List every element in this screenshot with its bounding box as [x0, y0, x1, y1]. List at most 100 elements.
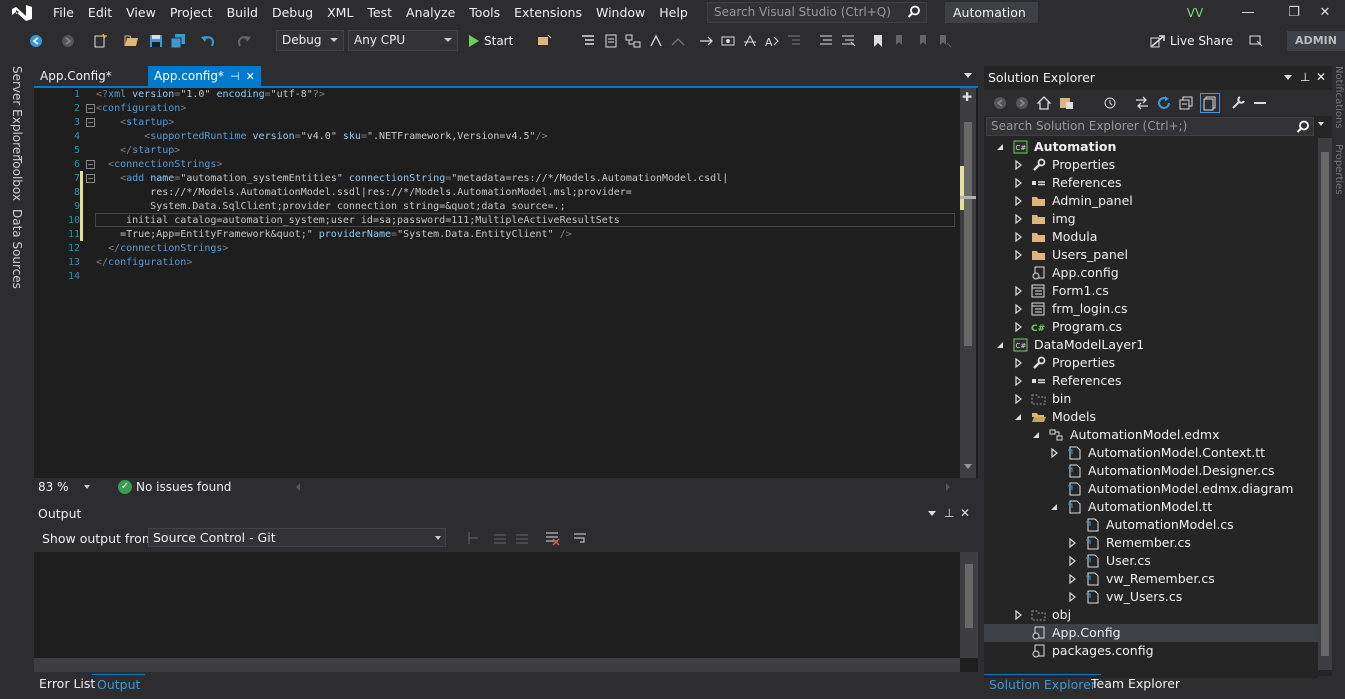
solution-explorer-search-input[interactable]: Search Solution Explorer (Ctrl+;) — [986, 117, 1314, 136]
collapse-all-icon[interactable] — [1178, 95, 1194, 111]
word-wrap-icon[interactable] — [572, 530, 588, 546]
tab-solution-explorer[interactable]: Solution Explorer — [984, 674, 1101, 694]
tree-item[interactable]: Properties — [984, 354, 1318, 372]
redo-icon[interactable] — [236, 33, 252, 49]
close-window-button[interactable]: ✕ — [1305, 0, 1345, 26]
expanded-chevron-icon[interactable] — [1050, 498, 1060, 516]
menu-edit[interactable]: Edit — [81, 0, 119, 26]
feedback-icon[interactable] — [1248, 33, 1264, 49]
previous-bookmark-icon[interactable] — [892, 33, 908, 49]
collapsed-chevron-icon[interactable] — [1014, 192, 1024, 210]
expanded-chevron-icon[interactable] — [996, 336, 1006, 354]
code-line[interactable]: <configuration> — [96, 102, 186, 116]
code-line[interactable]: <connectionStrings> — [96, 158, 222, 172]
toolbox-tab[interactable]: Toolbox — [10, 156, 24, 201]
search-icon[interactable] — [907, 5, 921, 19]
scroll-right-icon[interactable] — [946, 483, 950, 491]
tree-item[interactable]: frm_login.cs — [984, 300, 1318, 318]
tree-item[interactable]: img — [984, 210, 1318, 228]
menu-analyze[interactable]: Analyze — [399, 0, 462, 26]
split-editor-icon[interactable]: ✚ — [962, 90, 972, 104]
next-message-icon[interactable] — [514, 530, 530, 546]
scrollbar-thumb[interactable] — [964, 122, 972, 346]
collapsed-chevron-icon[interactable] — [1014, 210, 1024, 228]
user-avatar[interactable]: VV — [1184, 3, 1206, 23]
tree-item[interactable]: App.config — [984, 264, 1318, 282]
preview-selected-icon[interactable] — [1252, 95, 1268, 111]
code-line[interactable]: =True;App=EntityFramework&quot;" provide… — [96, 228, 572, 242]
tree-item[interactable]: AutomationModel.Context.tt — [984, 444, 1318, 462]
pragma-icon[interactable] — [720, 33, 736, 49]
pin-tab-icon[interactable]: ⊣ — [230, 67, 240, 87]
code-line[interactable]: <startup> — [96, 116, 174, 130]
expanded-chevron-icon[interactable] — [996, 138, 1006, 156]
collapsed-chevron-icon[interactable] — [1014, 390, 1024, 408]
collapsed-chevron-icon[interactable] — [1050, 444, 1060, 462]
uncomment-lines-icon[interactable] — [840, 33, 856, 49]
tab-output[interactable]: Output — [92, 674, 146, 694]
menu-window[interactable]: Window — [589, 0, 652, 26]
menu-tools[interactable]: Tools — [462, 0, 507, 26]
menu-project[interactable]: Project — [163, 0, 220, 26]
code-line[interactable]: <supportedRuntime version="v4.0" sku=".N… — [96, 130, 547, 144]
tree-item[interactable]: References — [984, 174, 1318, 192]
show-all-files-icon[interactable] — [1200, 93, 1220, 113]
close-panel-icon[interactable]: ✕ — [960, 506, 970, 520]
menu-extensions[interactable]: Extensions — [507, 0, 589, 26]
next-bookmark-icon[interactable] — [914, 33, 930, 49]
refresh-icon[interactable] — [1156, 95, 1172, 111]
editor-vertical-scrollbar[interactable]: ✚ — [960, 88, 976, 478]
code-line[interactable]: res://*/Models.AutomationModel.ssdl|res:… — [96, 186, 632, 200]
fold-toggle-icon[interactable]: − — [86, 118, 95, 127]
solution-explorer-scrollbar[interactable] — [1318, 138, 1332, 670]
document-outline-icon[interactable] — [603, 33, 619, 49]
search-options-chevron-icon[interactable] — [1318, 122, 1324, 126]
tree-item[interactable]: vw_Users.cs — [984, 588, 1318, 606]
solution-configurations-icon[interactable] — [536, 33, 552, 49]
panel-menu-chevron-icon[interactable] — [928, 511, 936, 516]
tree-item[interactable]: Modula — [984, 228, 1318, 246]
back-navigate-icon[interactable] — [28, 33, 44, 49]
fold-toggle-icon[interactable]: − — [86, 160, 95, 169]
comment-lines-icon[interactable] — [818, 33, 834, 49]
tree-item[interactable]: packages.config — [984, 642, 1318, 660]
configuration-select[interactable]: Debug — [276, 30, 344, 51]
new-project-icon[interactable] — [92, 33, 108, 49]
tree-item[interactable]: AutomationModel.Designer.cs — [984, 462, 1318, 480]
collapsed-chevron-icon[interactable] — [1014, 246, 1024, 264]
tab-overflow-chevron-icon[interactable] — [964, 73, 972, 78]
tree-item[interactable]: C# DataModelLayer1 — [984, 336, 1318, 354]
bookmark-icon[interactable] — [870, 33, 886, 49]
code-line[interactable]: <?xml version="1.0" encoding="utf-8"?> — [96, 88, 325, 102]
xslt-icon[interactable] — [648, 33, 664, 49]
save-all-icon[interactable] — [170, 33, 186, 49]
undo-icon[interactable] — [200, 33, 216, 49]
menu-xml[interactable]: XML — [320, 0, 360, 26]
pin-panel-icon[interactable]: ⊥ — [1300, 70, 1310, 84]
issues-indicator[interactable]: ✓ No issues found — [118, 478, 231, 496]
code-editor[interactable]: 1 <?xml version="1.0" encoding="utf-8"?> 2… — [34, 88, 978, 478]
clear-all-icon[interactable] — [544, 530, 560, 546]
menu-file[interactable]: File — [46, 0, 81, 26]
zoom-select[interactable]: 83 % — [36, 478, 94, 496]
menu-view[interactable]: View — [119, 0, 163, 26]
forward-icon[interactable] — [1014, 95, 1030, 111]
fold-toggle-icon[interactable]: − — [86, 104, 95, 113]
tree-item[interactable]: obj — [984, 606, 1318, 624]
tree-item[interactable]: AutomationModel.cs — [984, 516, 1318, 534]
scroll-left-icon[interactable] — [296, 483, 300, 491]
code-line[interactable]: System.Data.SqlClient;provider connectio… — [96, 200, 565, 214]
collapsed-chevron-icon[interactable] — [1014, 300, 1024, 318]
sync-with-document-icon[interactable] — [1134, 95, 1150, 111]
panel-menu-chevron-icon[interactable] — [1284, 75, 1292, 80]
search-icon[interactable] — [1296, 120, 1310, 134]
tab-app-config-active[interactable]: App.config* ⊣ ✕ — [148, 66, 261, 86]
open-file-icon[interactable] — [124, 33, 140, 49]
collapsed-chevron-icon[interactable] — [1014, 372, 1024, 390]
menu-help[interactable]: Help — [652, 0, 695, 26]
collapsed-chevron-icon[interactable] — [1014, 228, 1024, 246]
scrollbar-thumb[interactable] — [1321, 152, 1329, 656]
tree-item[interactable]: Form1.cs — [984, 282, 1318, 300]
tab-app-config-project[interactable]: App.Config* — [34, 66, 118, 86]
tree-item[interactable]: AutomationModel.tt — [984, 498, 1318, 516]
